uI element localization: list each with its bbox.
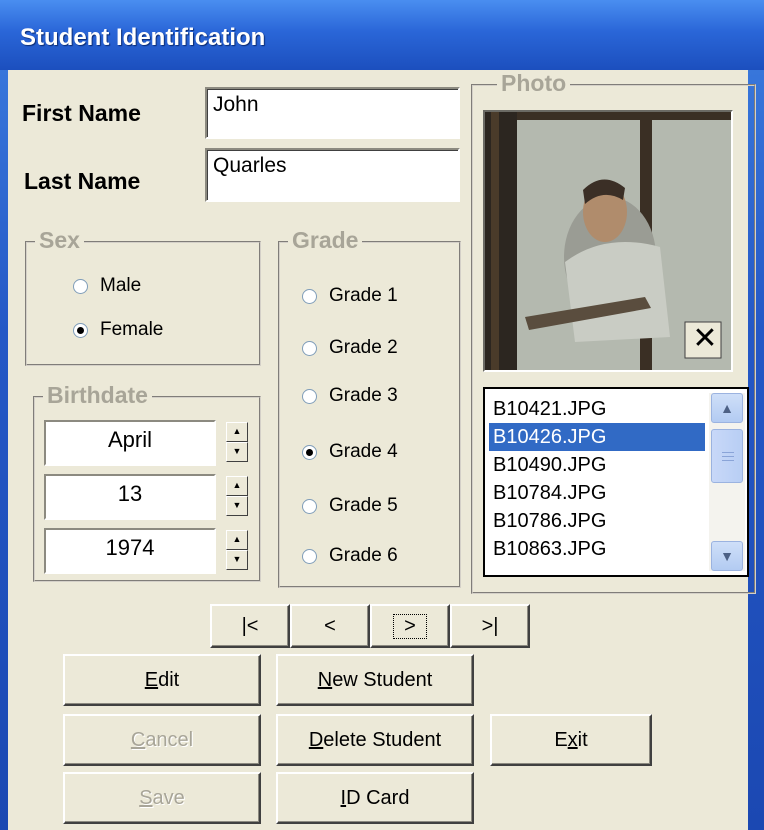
spin-up-icon[interactable]: ▲ [226,530,248,550]
list-item[interactable]: B10421.JPG [489,395,705,423]
grade-option-1[interactable]: Grade 1 [302,285,398,307]
sex-group-title: Sex [35,227,84,254]
scroll-thumb[interactable] [711,429,743,483]
scroll-up-icon[interactable]: ▲ [711,393,743,423]
cancel-button-label: Cancel [130,728,194,751]
save-button[interactable]: Save [63,772,261,824]
radio-grade-6-icon [302,548,317,564]
grade-option-6[interactable]: Grade 6 [302,545,398,567]
radio-grade-3-icon [302,388,317,404]
sex-option-label: Male [100,275,142,296]
list-item[interactable]: B10784.JPG [489,479,705,507]
spin-down-icon[interactable]: ▼ [226,496,248,516]
nav-last-button[interactable]: >| [450,604,530,648]
exit-button-label: Exit [554,728,588,751]
nav-last-icon: >| [481,614,499,637]
first-name-field[interactable]: John [205,87,460,139]
grade-option-label: Grade 3 [329,385,398,406]
spin-up-icon[interactable]: ▲ [226,422,248,442]
delete-student-button[interactable]: Delete Student [276,714,474,766]
form-client-area: First Name John Last Name Quarles Sex Ma… [8,70,756,830]
list-item[interactable]: B10786.JPG [489,507,705,535]
spin-down-icon[interactable]: ▼ [226,442,248,462]
nav-next-icon: > [393,613,427,639]
list-item-selected[interactable]: B10426.JPG [489,423,705,451]
photo-group-title: Photo [497,70,571,97]
grade-option-label: Grade 1 [329,285,398,306]
birth-year-field[interactable]: 1974 [44,528,216,574]
radio-male-icon [73,278,88,294]
grade-option-label: Grade 2 [329,337,398,358]
grade-option-4[interactable]: Grade 4 [302,441,398,463]
nav-first-icon: |< [241,614,259,637]
grade-option-label: Grade 4 [329,441,398,462]
file-list-items: B10421.JPG B10426.JPG B10490.JPG B10784.… [489,395,705,563]
birth-day-field[interactable]: 13 [44,474,216,520]
nav-first-button[interactable]: |< [210,604,290,648]
sex-option-female[interactable]: Female [73,319,163,341]
last-name-field[interactable]: Quarles [205,148,460,202]
birth-day-spinner[interactable]: ▲ ▼ [226,476,248,516]
birth-month-field[interactable]: April [44,420,216,466]
spin-up-icon[interactable]: ▲ [226,476,248,496]
id-card-button[interactable]: ID Card [276,772,474,824]
birthdate-group-title: Birthdate [43,382,152,409]
sex-group: Sex Male Female [25,227,261,366]
nav-prev-button[interactable]: < [290,604,370,648]
scroll-down-icon[interactable]: ▼ [711,541,743,571]
radio-grade-5-icon [302,498,317,514]
edit-button-label: Edit [144,668,180,691]
birth-month-spinner[interactable]: ▲ ▼ [226,422,248,462]
exit-button[interactable]: Exit [490,714,652,766]
nav-prev-icon: < [324,614,336,637]
sex-option-label: Female [100,319,164,340]
new-student-button[interactable]: New Student [276,654,474,706]
first-name-label: First Name [22,100,141,126]
app-window: Student Identification First Name John L… [0,0,764,830]
file-list-scrollbar[interactable]: ▲ ▼ [709,393,745,571]
title-bar[interactable]: Student Identification [0,0,764,70]
edit-button[interactable]: Edit [63,654,261,706]
new-student-button-label: New Student [317,668,433,691]
grade-option-label: Grade 6 [329,545,398,566]
id-card-button-label: ID Card [340,786,410,809]
nav-next-button[interactable]: > [370,604,450,648]
last-name-label: Last Name [24,168,141,194]
radio-grade-1-icon [302,288,317,304]
birth-year-spinner[interactable]: ▲ ▼ [226,530,248,570]
grade-option-3[interactable]: Grade 3 [302,385,398,407]
grade-group-title: Grade [288,227,363,254]
sex-option-male[interactable]: Male [73,275,141,297]
window-title: Student Identification [20,24,266,51]
radio-female-icon [73,322,88,338]
student-photo: ✕ [483,110,733,372]
grade-option-label: Grade 5 [329,495,398,516]
cancel-button[interactable]: Cancel [63,714,261,766]
grade-option-5[interactable]: Grade 5 [302,495,398,517]
clear-photo-icon[interactable]: ✕ [689,321,721,357]
delete-student-button-label: Delete Student [308,728,442,751]
list-item[interactable]: B10490.JPG [489,451,705,479]
grade-option-2[interactable]: Grade 2 [302,337,398,359]
grade-group: Grade Grade 1 Grade 2 Grade 3 Grade 4 Gr… [278,227,461,588]
radio-grade-4-icon [302,444,317,460]
radio-grade-2-icon [302,340,317,356]
save-button-label: Save [139,786,185,809]
spin-down-icon[interactable]: ▼ [226,550,248,570]
list-item[interactable]: B10863.JPG [489,535,705,563]
photo-file-list[interactable]: B10421.JPG B10426.JPG B10490.JPG B10784.… [483,387,749,577]
